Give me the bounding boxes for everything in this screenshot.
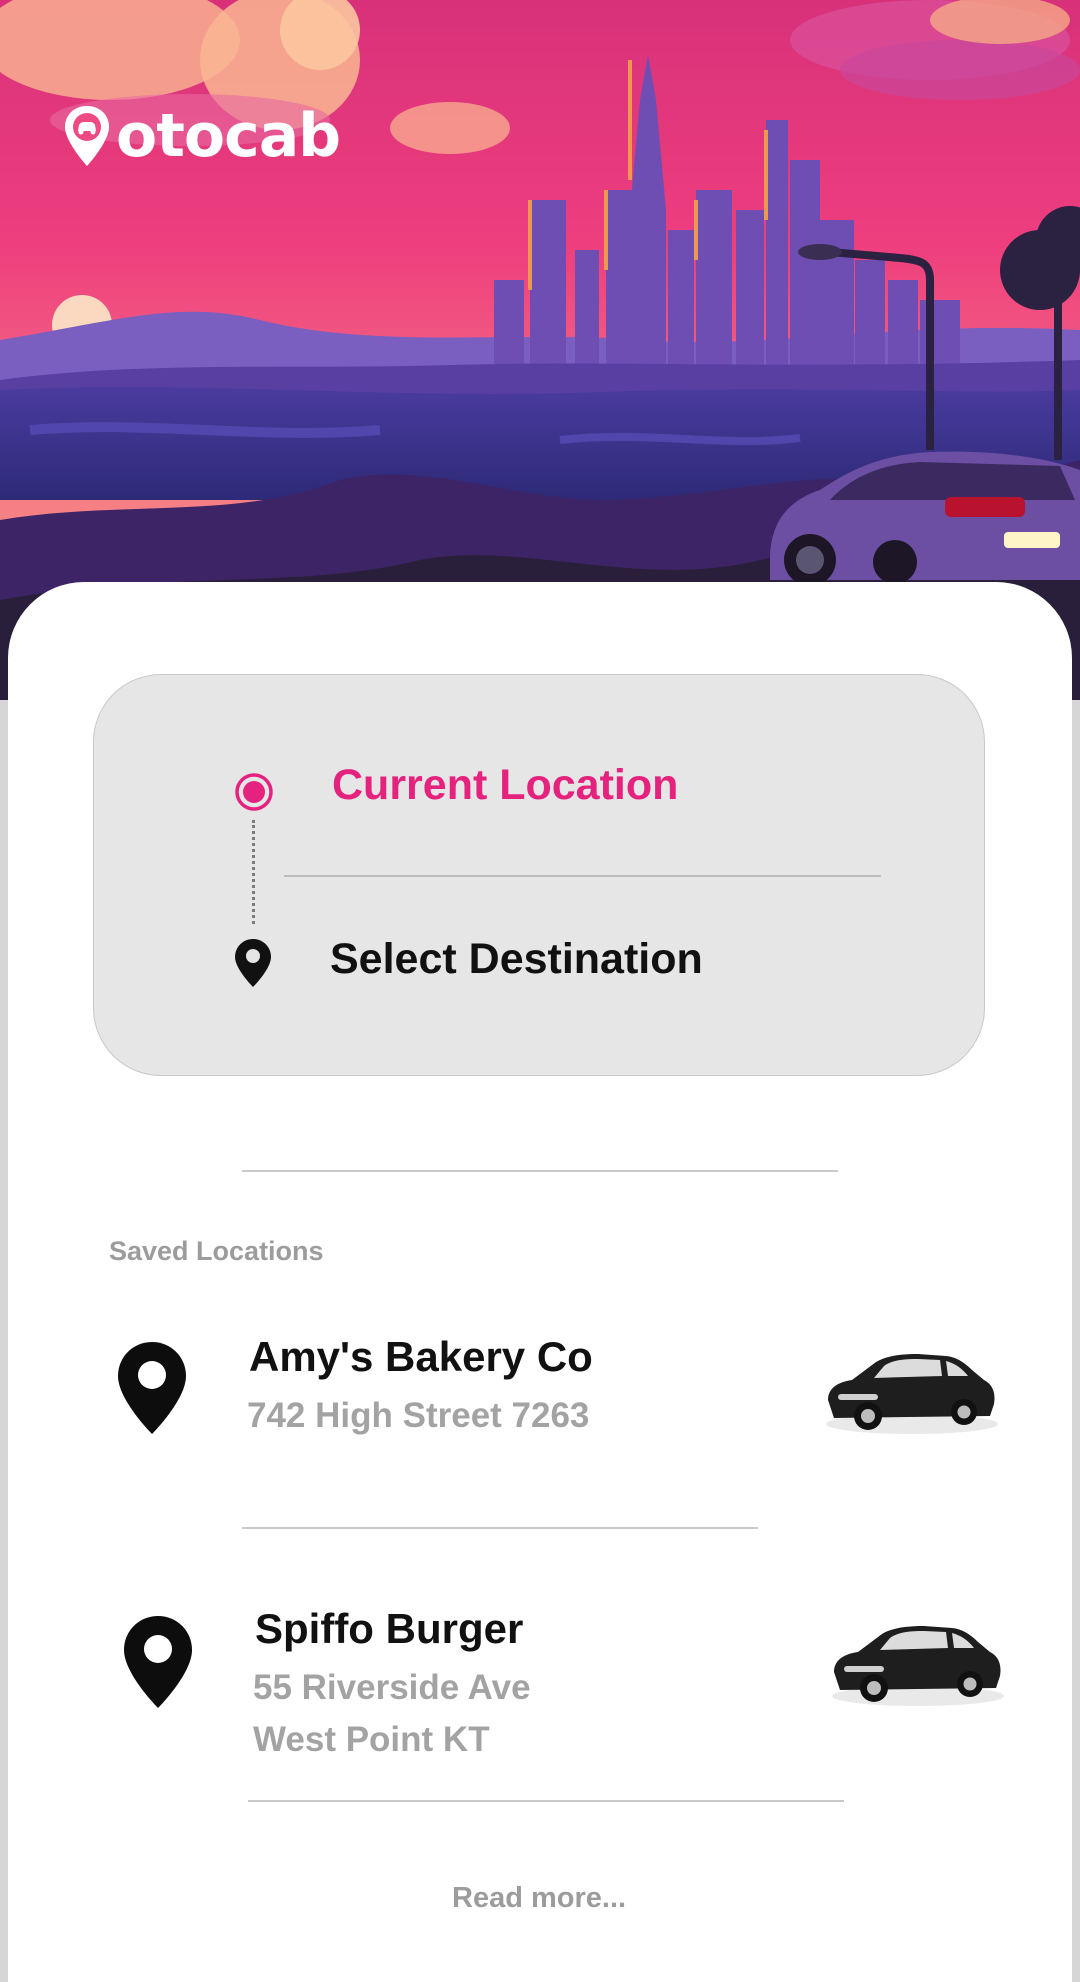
car-pin-icon [65, 106, 109, 166]
route-connector-line [252, 820, 255, 924]
location-address: 742 High Street 7263 [247, 1390, 589, 1442]
divider [242, 1170, 838, 1172]
car-icon [818, 1340, 1000, 1445]
location-name: Spiffo Burger [255, 1605, 524, 1652]
divider [242, 1527, 758, 1529]
address-line: West Point KT [253, 1720, 490, 1759]
brand-logo: otocab [62, 101, 341, 171]
address-line: 742 High Street 7263 [247, 1396, 590, 1435]
brand-name: otocab [116, 101, 341, 171]
location-address: 55 Riverside Ave West Point KT [253, 1662, 531, 1766]
destination-field[interactable]: Select Destination [330, 935, 703, 983]
map-pin-icon [122, 1614, 194, 1715]
read-more-link[interactable]: Read more... [452, 1882, 626, 1915]
route-divider [284, 875, 881, 877]
target-dot-icon [234, 772, 274, 817]
current-location-field[interactable]: Current Location [332, 761, 678, 809]
saved-location-item[interactable]: Amy's Bakery Co 742 High Street 7263 [0, 1320, 1080, 1470]
car-icon [824, 1612, 1006, 1717]
location-name: Amy's Bakery Co [249, 1333, 593, 1380]
map-pin-icon [234, 938, 272, 993]
divider [248, 1800, 844, 1802]
map-pin-icon [116, 1340, 188, 1441]
saved-location-item[interactable]: Spiffo Burger 55 Riverside Ave West Poin… [0, 1592, 1080, 1782]
address-line: 55 Riverside Ave [253, 1668, 531, 1707]
saved-locations-heading: Saved Locations [109, 1236, 324, 1266]
